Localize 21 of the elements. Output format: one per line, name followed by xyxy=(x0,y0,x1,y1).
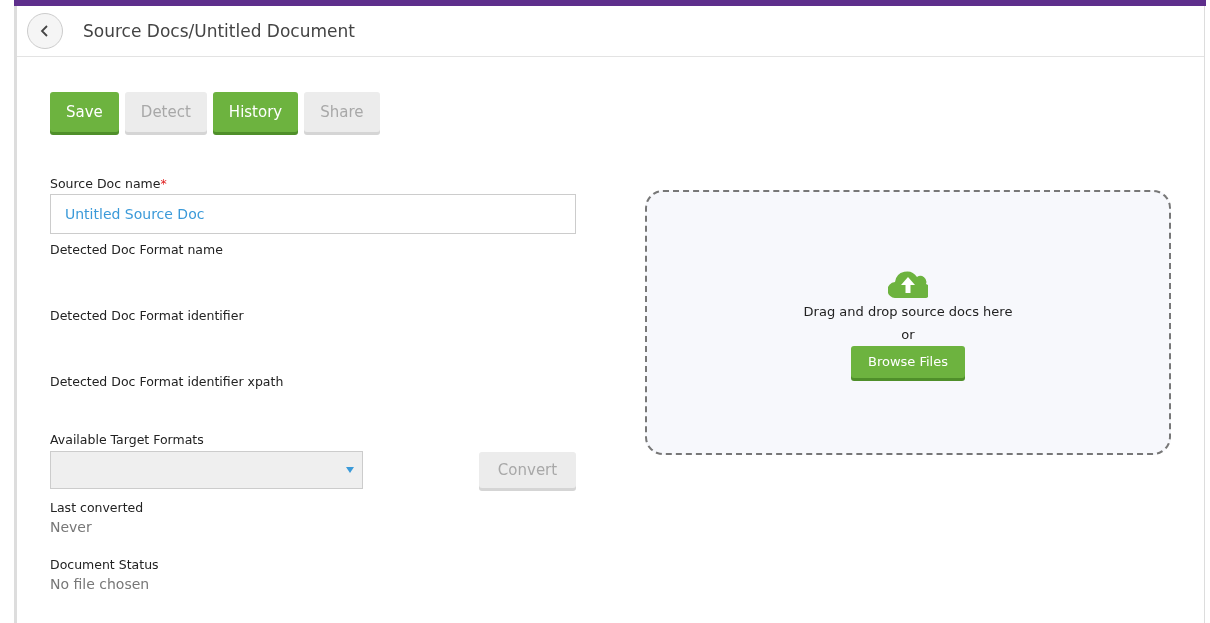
required-mark: * xyxy=(160,176,167,191)
field-label: Detected Doc Format identifier xyxy=(50,308,245,325)
toolbar-button[interactable]: Save xyxy=(50,92,119,132)
field-value: No file chosen xyxy=(50,576,151,592)
field-value: Never xyxy=(50,519,93,535)
or-text: or xyxy=(901,326,915,342)
field-label: Last converted xyxy=(50,500,145,515)
browse-files-button[interactable]: Browse Files xyxy=(851,345,965,378)
name-input[interactable]: Untitled Source Doc xyxy=(50,194,576,234)
page-title: Source Docs/Untitled Document xyxy=(83,21,355,41)
field-label: Document Status xyxy=(50,557,160,572)
field-label: Source Doc name* xyxy=(50,176,168,191)
field-label: Detected Doc Format name xyxy=(50,242,224,259)
field-label: Detected Doc Format identifier xpath xyxy=(50,374,285,391)
dropdown-arrow-icon xyxy=(346,467,354,473)
drop-instructions: Drag and drop source docs here xyxy=(803,303,1013,319)
field-label: Available Target Formats xyxy=(50,432,205,447)
back-button[interactable] xyxy=(27,13,63,49)
chevron-left-icon xyxy=(40,24,50,38)
toolbar-button[interactable]: History xyxy=(212,92,299,132)
drop-zone[interactable]: Drag and drop source docs here or Browse Files xyxy=(645,190,1171,455)
